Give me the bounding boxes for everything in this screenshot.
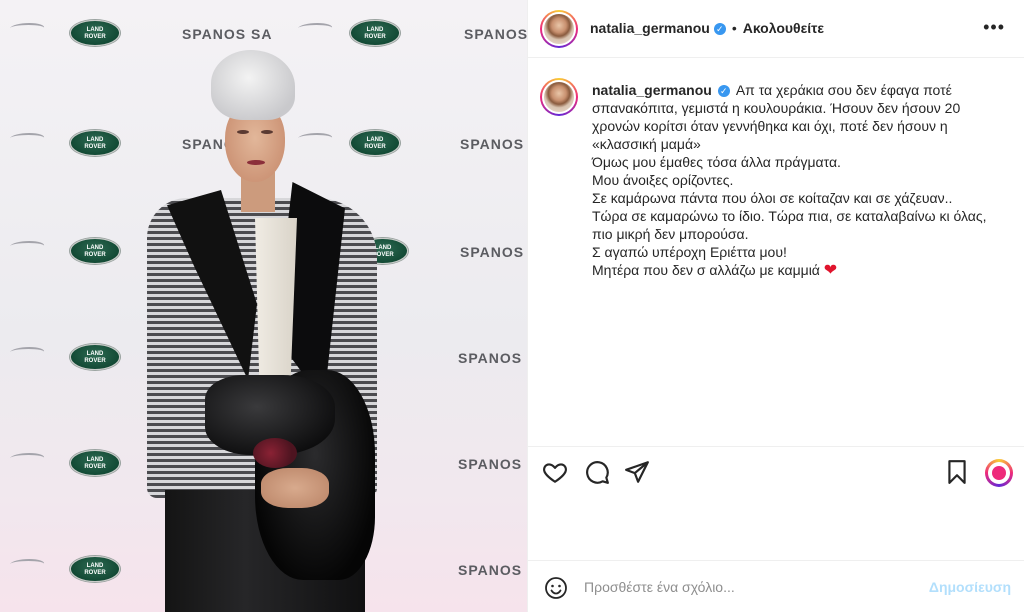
land-rover-badge: LAND ROVER xyxy=(350,20,400,46)
caption-line: Σ αγαπώ υπέροχη Εριέττα μου! xyxy=(592,244,787,260)
land-rover-badge: LAND ROVER xyxy=(70,238,120,264)
paper-plane-icon xyxy=(625,461,649,483)
jaguar-logo xyxy=(0,20,56,42)
save-button[interactable] xyxy=(944,459,972,487)
post-photo[interactable]: LAND ROVER SPANOS SA LAND ROVER SPANOS LAN… xyxy=(0,0,527,612)
caption-line-text: Απ τα χεράκια σου δεν έφαγα ποτέ xyxy=(735,82,952,98)
spanos-logo: SPANOS xyxy=(460,136,525,152)
spanos-logo: SPANOS xyxy=(464,26,527,42)
caption-line: Μου άνοιξες ορίζοντες. xyxy=(592,172,734,188)
land-rover-badge: LAND ROVER xyxy=(70,344,120,370)
action-bar xyxy=(528,446,1024,498)
instagram-post: LAND ROVER SPANOS SA LAND ROVER SPANOS LAN… xyxy=(0,0,1024,612)
verified-badge-icon: ✓ xyxy=(717,85,730,98)
land-rover-badge: LAND ROVER xyxy=(70,20,120,46)
spanos-logo: SPANOS S xyxy=(460,244,527,260)
caption-line: natalia_germanou ✓ Απ τα χεράκια σου δεν έ… xyxy=(592,81,1004,99)
following-button[interactable]: Ακολουθείτε xyxy=(743,20,824,36)
bookmark-icon xyxy=(948,460,966,484)
caption-line-text: Μητέρα που δεν σ αλλάζω με καμμιά xyxy=(592,262,820,278)
spanos-logo: SPANOS S xyxy=(458,350,527,366)
caption-line: Μητέρα που δεν σ αλλάζω με καμμιά ❤ xyxy=(592,261,1004,280)
header-meta: natalia_germanou ✓ • Ακολουθείτε xyxy=(590,20,824,38)
share-button[interactable] xyxy=(624,459,652,487)
caption-line: Τώρα σε καμαρώνω το ίδιο. Τώρα πια, σε κ… xyxy=(592,208,987,224)
eye xyxy=(237,130,249,134)
mouth xyxy=(247,160,265,165)
more-options-icon[interactable]: ••• xyxy=(983,18,1005,36)
jaguar-logo xyxy=(0,344,56,366)
land-rover-badge: LAND ROVER xyxy=(70,556,120,582)
hands xyxy=(261,468,329,508)
caption-line: «κλασσική μαμά» xyxy=(592,136,701,152)
woman-figure xyxy=(135,50,455,612)
bonus-dot xyxy=(992,466,1006,480)
land-rover-badge: LAND ROVER xyxy=(70,450,120,476)
spanos-logo: SPANOS S xyxy=(458,456,527,472)
separator-dot: • xyxy=(731,20,737,36)
bonus-download-icon xyxy=(988,462,1010,484)
land-rover-badge: LAND ROVER xyxy=(70,130,120,156)
burgundy-flower xyxy=(253,438,297,468)
profile-avatar[interactable] xyxy=(540,10,578,48)
post-sidebar: natalia_germanou ✓ • Ακολουθείτε ••• natali… xyxy=(527,0,1024,612)
jaguar-logo xyxy=(0,556,56,578)
caption-line: σπανακόπιτα, γεμιστά η κουλουράκια. Ήσου… xyxy=(592,100,961,116)
post-comment-button[interactable]: Δημοσίευση xyxy=(929,579,1011,595)
jaguar-logo xyxy=(0,238,56,260)
blouse xyxy=(255,218,297,378)
emoji-picker-icon[interactable] xyxy=(544,576,568,600)
red-heart-emoji: ❤ xyxy=(823,262,838,279)
profile-photo xyxy=(542,12,576,46)
comment-bar: Δημοσίευση xyxy=(528,560,1024,612)
profile-photo xyxy=(542,80,576,114)
post-header: natalia_germanou ✓ • Ακολουθείτε ••• xyxy=(528,0,1024,58)
jaguar-logo xyxy=(0,450,56,472)
like-button[interactable] xyxy=(542,459,570,487)
caption-avatar[interactable] xyxy=(540,78,578,116)
caption-line: πιο μικρή δεν μπορούσα. xyxy=(592,226,749,242)
verified-badge-icon: ✓ xyxy=(713,22,726,35)
comment-button[interactable] xyxy=(584,459,612,487)
spanos-logo: SPANOS SA xyxy=(182,26,273,42)
heart-icon xyxy=(543,463,567,483)
bonus-button[interactable] xyxy=(985,459,1013,487)
silver-hair xyxy=(211,50,295,120)
spanos-logo: SPANOS S xyxy=(458,562,527,578)
caption-line: Όμως μου έμαθες τόσα άλλα πράγματα. xyxy=(592,154,841,170)
comment-input[interactable] xyxy=(584,575,924,599)
jaguar-logo xyxy=(0,130,56,152)
caption-line: Σε καμάρωνα πάντα που όλοι σε κοίταζαν κ… xyxy=(592,190,953,206)
comment-bubble-icon xyxy=(586,461,609,484)
header-username[interactable]: natalia_germanou xyxy=(590,20,710,36)
caption-username[interactable]: natalia_germanou xyxy=(592,82,712,98)
eye xyxy=(261,130,273,134)
jaguar-logo xyxy=(288,20,344,42)
caption-line: χρονών κορίτσι όταν γεννήθηκα και όχι, π… xyxy=(592,118,948,134)
caption-text: natalia_germanou ✓ Απ τα χεράκια σου δεν έ… xyxy=(592,81,1004,280)
